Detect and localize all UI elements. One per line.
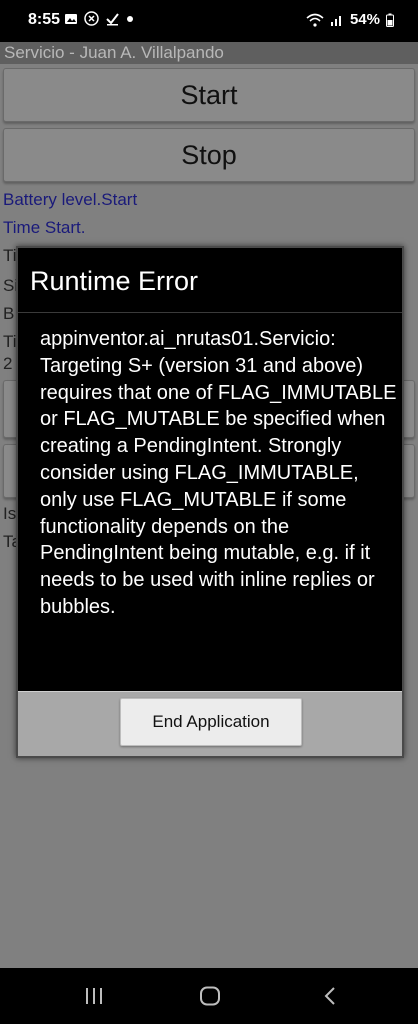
partial-label: 2 (3, 354, 13, 373)
navigation-bar (0, 968, 418, 1024)
recent-apps-button[interactable] (74, 982, 114, 1010)
app-title-bar: Servicio - Juan A. Villalpando (0, 42, 418, 64)
partial-label: B (3, 304, 15, 323)
dialog-footer: End Application (18, 691, 402, 756)
back-icon (324, 987, 335, 1005)
dot-icon (127, 15, 133, 22)
dialog-divider (18, 312, 402, 313)
x-icon (84, 11, 99, 26)
runtime-error-dialog: Runtime Error appinventor.ai_nrutas01.Se… (16, 246, 404, 758)
partial-label: Ti (3, 332, 17, 351)
home-icon (200, 986, 220, 1006)
home-button[interactable] (190, 982, 230, 1010)
wifi-icon (306, 13, 324, 27)
time-start-label: Time Start. (3, 218, 86, 237)
notification-icons (64, 11, 134, 26)
recent-apps-icon (86, 988, 102, 1004)
dialog-message: appinventor.ai_nrutas01.Servicio: Target… (40, 328, 397, 618)
status-bar: 8:55 54% (0, 0, 418, 42)
signal-icon (330, 15, 341, 26)
partial-label: Ti (3, 246, 17, 265)
back-button[interactable] (310, 982, 350, 1010)
dialog-title: Runtime Error (30, 266, 199, 296)
check-icon (106, 13, 119, 26)
battery-level-label: Battery level.Start (3, 190, 138, 209)
gallery-icon (65, 13, 77, 24)
battery-percent: 54% (349, 11, 380, 28)
end-application-button[interactable]: End Application (120, 698, 302, 746)
partial-label: Is (3, 504, 17, 523)
stop-button[interactable]: Stop (3, 128, 415, 182)
status-time: 8:55 (28, 11, 61, 28)
start-button[interactable]: Start (3, 68, 415, 122)
system-icons: 54% (306, 11, 394, 28)
battery-icon (386, 13, 394, 27)
